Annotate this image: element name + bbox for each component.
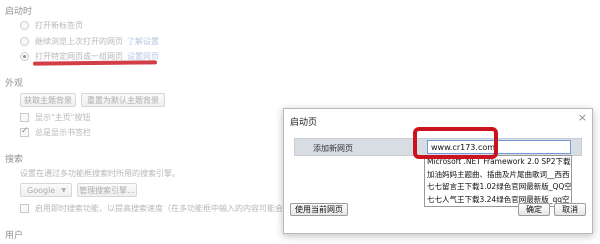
add-page-label: 添加新网页 [313, 144, 353, 153]
close-icon[interactable]: × [578, 112, 587, 123]
suggestion-item[interactable]: 加油妈妈主题曲、插曲及片尾曲歌词__西西 [425, 169, 571, 182]
red-annotation-box [413, 127, 498, 159]
autocomplete-dropdown: Microsoft .NET Framework 2.0 SP2下载|官 加油妈… [424, 155, 572, 207]
cancel-button[interactable]: 取消 [554, 203, 586, 216]
dialog-title: 启动页 [290, 118, 318, 128]
use-current-pages-button[interactable]: 使用当前网页 [290, 203, 348, 216]
ok-button[interactable]: 确定 [518, 203, 550, 216]
suggestion-item[interactable]: 七七留言王下载1.02绿色官网最新版_QQ空 [425, 181, 571, 194]
